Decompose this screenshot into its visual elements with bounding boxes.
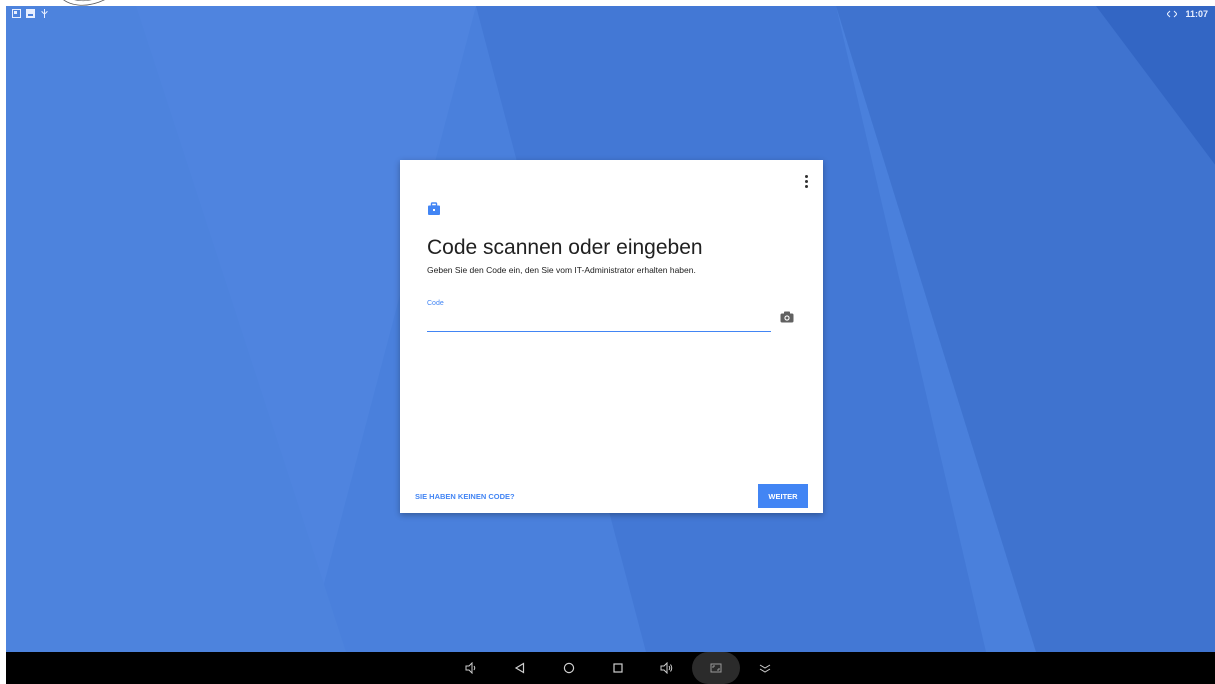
volume-down-icon: [465, 662, 475, 674]
status-bar: 11:07: [6, 6, 1215, 22]
camera-icon[interactable]: [780, 311, 794, 323]
overflow-menu-icon[interactable]: [801, 173, 811, 189]
navigation-bar: [6, 652, 1215, 684]
collapse-button[interactable]: [740, 652, 789, 684]
desktop-screen: 11:07 Code scannen oder eingeben Geben S…: [6, 6, 1215, 652]
home-button[interactable]: [544, 652, 593, 684]
enrollment-dialog: Code scannen oder eingeben Geben Sie den…: [400, 160, 823, 513]
volume-up-button[interactable]: [642, 652, 691, 684]
window-icon: [12, 9, 21, 18]
dialog-title: Code scannen oder eingeben: [427, 236, 703, 259]
volume-up-icon: [660, 662, 672, 674]
dialog-subtitle: Geben Sie den Code ein, den Sie vom IT-A…: [427, 265, 696, 275]
collapse-icon: [759, 664, 770, 673]
screenshot-button[interactable]: [691, 652, 740, 684]
code-field-label: Code: [427, 300, 444, 307]
usb-icon: [41, 9, 48, 18]
volume-down-button[interactable]: [446, 652, 495, 684]
status-time: 11:07: [1185, 9, 1208, 19]
back-icon: [514, 662, 524, 674]
image-icon: [26, 9, 35, 18]
no-code-link[interactable]: SIE HABEN KEINEN CODE?: [415, 492, 515, 501]
recents-button[interactable]: [593, 652, 642, 684]
recents-icon: [612, 663, 623, 673]
next-button[interactable]: WEITER: [758, 484, 808, 508]
home-icon: [563, 662, 574, 674]
code-input[interactable]: [427, 311, 771, 332]
back-button[interactable]: [495, 652, 544, 684]
network-arrows-icon: [1167, 10, 1178, 18]
screenshot-icon: [710, 663, 721, 673]
briefcase-icon: [428, 202, 440, 215]
